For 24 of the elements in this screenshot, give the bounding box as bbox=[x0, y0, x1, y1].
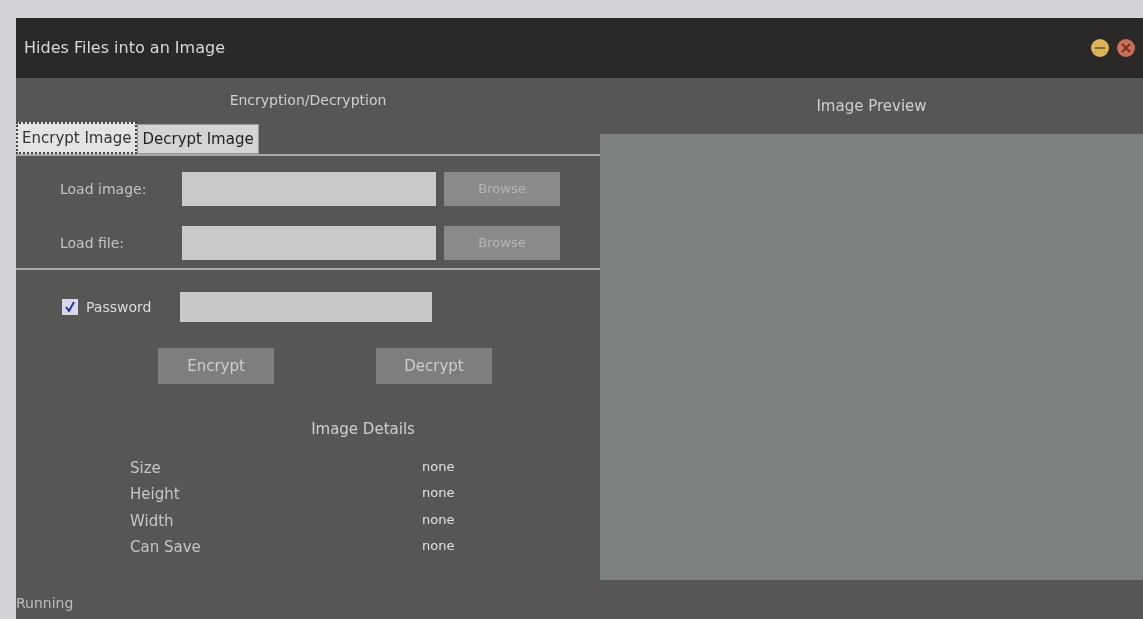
panel-title: Encryption/Decryption bbox=[229, 90, 387, 110]
close-icon[interactable] bbox=[1117, 39, 1135, 57]
detail-value: none bbox=[422, 484, 455, 502]
detail-name: Height bbox=[130, 484, 181, 505]
tab[interactable]: Encrypt Image bbox=[16, 122, 138, 154]
detail-name: Width bbox=[130, 510, 175, 532]
detail-value: none bbox=[422, 457, 455, 476]
field-label: Load file: bbox=[60, 233, 126, 253]
panel-title: Image Preview bbox=[816, 95, 927, 117]
detail-value: none bbox=[422, 537, 455, 555]
tab[interactable]: Decrypt Image bbox=[137, 124, 259, 154]
password-field[interactable] bbox=[180, 292, 432, 322]
password-label: Password bbox=[86, 297, 153, 317]
section-title: Image Details bbox=[310, 419, 415, 440]
detail-value: none bbox=[422, 510, 455, 529]
detail-name: Size bbox=[130, 457, 162, 479]
input-field[interactable] bbox=[182, 172, 436, 206]
password-checkbox[interactable] bbox=[62, 299, 78, 315]
window-title: Hides Files into an Image bbox=[24, 37, 225, 59]
minimize-icon[interactable] bbox=[1091, 39, 1109, 57]
field-label: Load image: bbox=[60, 179, 148, 199]
status-text: Running bbox=[16, 595, 74, 611]
detail-name: Can Save bbox=[130, 537, 202, 558]
input-field[interactable] bbox=[182, 226, 436, 260]
